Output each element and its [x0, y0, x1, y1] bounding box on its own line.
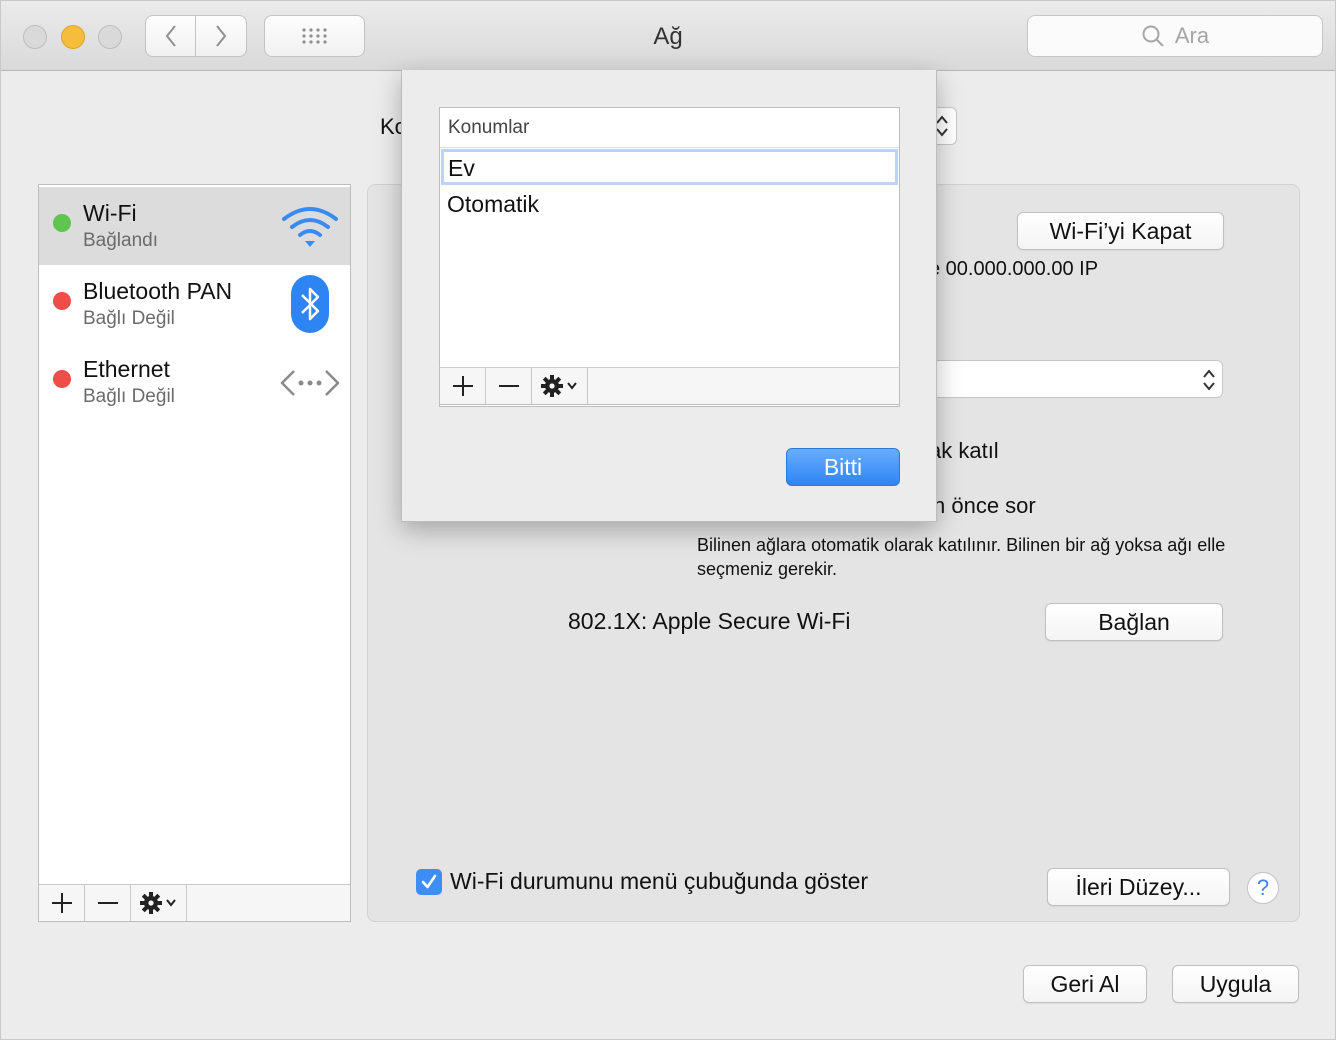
status-dot — [53, 214, 71, 232]
service-name: Bluetooth PAN — [83, 278, 233, 304]
service-status: Bağlı Değil — [83, 386, 175, 407]
title-bar: Ağ Ara — [1, 1, 1335, 71]
locations-toolbar — [439, 367, 900, 405]
locations-sheet: Konumlar Ev Otomatik Bitti — [401, 70, 937, 522]
bluetooth-icon — [291, 275, 329, 333]
search-field[interactable]: Ara — [1027, 15, 1323, 57]
connect-button[interactable]: Bağlan — [1045, 603, 1223, 641]
remove-service-button[interactable] — [85, 885, 131, 921]
network-preferences-window: Ağ Ara Ko Wi-Fi Bağlandı Bluetooth PAN B… — [0, 0, 1336, 1040]
revert-button[interactable]: Geri Al — [1023, 965, 1147, 1003]
gear-icon — [139, 892, 176, 914]
locations-header: Konumlar — [440, 108, 899, 148]
service-name: Wi-Fi — [83, 200, 137, 226]
service-actions-button[interactable] — [131, 885, 187, 921]
advanced-button[interactable]: İleri Düzey... — [1047, 868, 1230, 906]
ask-to-join-checkbox-label[interactable]: n önce sor — [933, 493, 1036, 519]
ip-address-text: e 00.000.000.00 IP — [929, 258, 1099, 280]
location-actions-button[interactable] — [532, 368, 588, 404]
location-row-otomatik[interactable]: Otomatik — [440, 186, 899, 222]
locations-table: Konumlar Ev Otomatik — [439, 107, 900, 407]
service-item-wifi[interactable]: Wi-Fi Bağlandı — [39, 187, 350, 265]
show-wifi-status-checkbox[interactable] — [416, 869, 442, 895]
gear-icon — [540, 375, 577, 397]
status-dot — [53, 292, 71, 310]
service-item-bluetooth-pan[interactable]: Bluetooth PAN Bağlı Değil — [39, 265, 350, 343]
plus-icon — [51, 893, 72, 913]
wifi-off-button[interactable]: Wi-Fi’yi Kapat — [1017, 212, 1224, 250]
ask-to-join-description: Bilinen ağlara otomatik olarak katılınır… — [697, 535, 1226, 579]
dot1x-label: 802.1X: Apple Secure Wi-Fi — [568, 608, 851, 634]
show-wifi-status-label[interactable]: Wi-Fi durumunu menü çubuğunda göster — [450, 868, 868, 895]
status-dot — [53, 370, 71, 388]
network-name-select[interactable] — [931, 360, 1223, 398]
remove-location-button[interactable] — [486, 368, 532, 404]
service-status: Bağlı Değil — [83, 308, 175, 329]
add-service-button[interactable] — [39, 885, 85, 921]
apply-button[interactable]: Uygula — [1172, 965, 1299, 1003]
service-item-ethernet[interactable]: Ethernet Bağlı Değil — [39, 343, 350, 421]
done-button[interactable]: Bitti — [786, 448, 900, 486]
search-placeholder: Ara — [1174, 23, 1210, 48]
location-row-ev[interactable]: Ev — [441, 149, 898, 185]
checkmark-icon — [421, 874, 437, 889]
service-name: Ethernet — [83, 356, 170, 382]
service-list-toolbar — [39, 884, 350, 921]
search-icon — [1142, 25, 1164, 47]
chevron-updown-icon — [936, 115, 948, 137]
chevron-updown-icon — [1203, 369, 1215, 391]
plus-icon — [452, 376, 473, 396]
wifi-icon — [282, 207, 338, 247]
minus-icon — [97, 902, 118, 904]
minus-icon — [498, 385, 519, 387]
auto-join-checkbox-label[interactable]: ak katıl — [929, 438, 999, 464]
service-list: Wi-Fi Bağlandı Bluetooth PAN Bağlı Değil — [38, 184, 351, 922]
help-button[interactable]: ? — [1247, 872, 1279, 904]
ethernet-icon — [280, 370, 340, 396]
add-location-button[interactable] — [440, 368, 486, 404]
service-status: Bağlandı — [83, 230, 159, 251]
